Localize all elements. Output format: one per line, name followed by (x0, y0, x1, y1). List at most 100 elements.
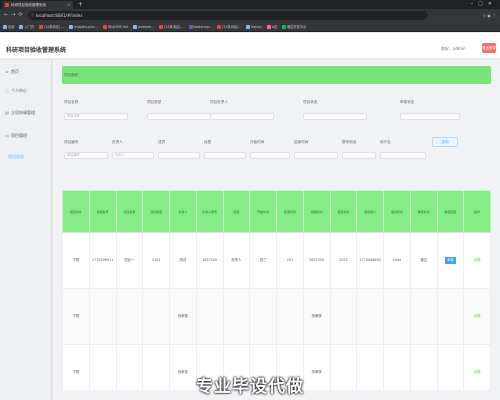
project-type-input[interactable] (147, 113, 211, 120)
sidebar-item-label: 首页 (11, 69, 19, 74)
bookmark-label: (12条消息)… (222, 25, 242, 29)
bookmark[interactable]: mybatis-plus… (69, 24, 98, 29)
column-header[interactable]: 验收时间 (302, 190, 331, 233)
table-cell (409, 344, 438, 390)
leader-input[interactable]: 负责人 (112, 152, 154, 159)
table-cell (276, 288, 304, 345)
table-cell (115, 344, 144, 390)
filter-label: 审核状态 (400, 100, 415, 104)
profile-icon[interactable]: ☆ ◉ ⋮ (482, 9, 496, 22)
review-cell[interactable]: 审核 (436, 232, 465, 289)
bookmark[interactable]: (12条消息)… (217, 24, 241, 29)
folder-icon: ▭ (5, 133, 9, 138)
phone-input[interactable] (342, 152, 376, 159)
table-cell (356, 288, 384, 345)
detail-button[interactable]: 详情 (463, 232, 491, 289)
funding-input[interactable] (204, 152, 246, 159)
column-header[interactable]: 经费 (222, 190, 251, 233)
browser-tab-bar: 科研项目验收管理系统 ✕ + –▢✕ (0, 0, 500, 9)
project-name-input[interactable]: 项目名称 (64, 113, 128, 120)
table-header-row: 项目文件 项目编号 项目名称 项目类型 负责人 负责人账号 经费 开始时间 结束… (62, 190, 491, 233)
bookmark[interactable]: bejson (246, 24, 262, 29)
column-header[interactable]: 开始时间 (249, 190, 277, 233)
csdn-icon (159, 24, 164, 29)
table-cell: 2022 (329, 232, 358, 289)
filter-label: 联系电话 (342, 140, 357, 144)
bookmark-icon (246, 24, 251, 29)
filter-label: 项目状态 (303, 100, 318, 104)
table-cell: 1637520 (195, 232, 224, 289)
window-controls[interactable]: –▢✕ (471, 0, 497, 9)
table-cell (195, 288, 224, 345)
start-time-input[interactable] (250, 152, 290, 159)
query-button[interactable]: 查询 (432, 137, 458, 147)
download-link[interactable]: 下载 (62, 232, 90, 289)
table-cell: 1770546893 (356, 232, 384, 289)
address-input[interactable]: ⓘ localhost:8081/#/index (28, 11, 428, 20)
column-header[interactable]: 提交时间 (383, 190, 411, 233)
table-cell: 4102 (142, 232, 170, 289)
detail-button[interactable]: 详情 (463, 344, 491, 390)
sidebar-item-projects[interactable]: ▭ 项目管理 (2, 131, 50, 141)
column-header[interactable]: 操作 (463, 190, 491, 233)
column-header[interactable]: 负责人账号 (195, 190, 224, 233)
detail-button[interactable]: 详情 (463, 288, 491, 345)
bookmark[interactable]: 入门页 (19, 24, 34, 29)
bookmark[interactable]: bootstrap… (188, 24, 213, 29)
username-input[interactable] (380, 152, 426, 159)
document-icon: ▤ (5, 110, 9, 115)
table-row: 下载 待审核 待审核 详情 (62, 288, 491, 345)
bookmark-icon (132, 24, 137, 29)
filter-label: 项目负责人 (210, 100, 228, 104)
column-header[interactable]: 审核状态 (409, 190, 438, 233)
column-header[interactable]: 项目编号 (88, 190, 117, 233)
bookmark[interactable]: b站 (266, 24, 278, 29)
sidebar-item-profile[interactable]: ◌ 个人中心 (2, 86, 50, 96)
member-input[interactable] (158, 152, 200, 159)
bookmark-icon (19, 24, 24, 29)
sidebar-subitem-active[interactable]: 项目验收 (8, 154, 24, 160)
table-cell: 待审核 (302, 288, 331, 345)
close-icon[interactable]: ✕ (67, 1, 70, 9)
table-cell (329, 288, 358, 345)
pagination[interactable]: 1 (250, 393, 252, 397)
column-header[interactable]: 审核回复 (436, 190, 465, 233)
new-tab-icon[interactable]: + (78, 0, 83, 9)
column-header[interactable]: 结束时间 (276, 190, 304, 233)
logout-button[interactable]: 退出登录 (482, 43, 496, 53)
column-header[interactable]: 项目类型 (142, 190, 170, 233)
review-tag[interactable]: 审核 (445, 257, 456, 264)
sidebar-item-home[interactable]: ⌂ 首页 (2, 67, 50, 77)
review-status-input[interactable] (400, 113, 460, 120)
download-link[interactable]: 下载 (62, 288, 90, 345)
bookmark[interactable]: README.md (102, 24, 128, 29)
table-cell (88, 344, 117, 390)
bookmark[interactable]: (12条消息) … (38, 24, 64, 29)
table-cell: 201 (276, 232, 304, 289)
sidebar-item-application[interactable]: ▤ 立项申请管理 (2, 108, 50, 118)
filter-label: 用户名 (380, 140, 391, 144)
filter-label: 项目编号 (64, 140, 79, 144)
column-header[interactable]: 负责人 (169, 190, 197, 233)
column-header[interactable]: 项目状态 (329, 190, 358, 233)
filter-label: 结束时间 (294, 140, 309, 144)
column-header[interactable]: 项目名称 (115, 190, 144, 233)
bookmark[interactable]: (12条消息)… (159, 24, 184, 29)
bookmark[interactable]: 应用 (3, 24, 14, 29)
project-status-input[interactable] (303, 113, 367, 120)
bookmark-label: bootstrap… (193, 24, 213, 29)
end-time-input[interactable] (294, 152, 338, 159)
browser-tab[interactable]: 科研项目验收管理系统 ✕ (3, 1, 73, 9)
bookmark[interactable]: javaweb… (132, 24, 154, 29)
project-no-input[interactable]: 项目编号 (64, 152, 108, 159)
column-header[interactable]: 项目简介 (356, 190, 384, 233)
column-header[interactable]: 项目文件 (62, 190, 90, 233)
tab-title: 科研项目验收管理系统 (11, 3, 46, 7)
download-link[interactable]: 下载 (62, 344, 90, 390)
sidebar-item-label: 个人中心 (11, 88, 27, 93)
browser-nav-icons[interactable]: ←→⟳ (4, 9, 26, 22)
bookmark[interactable]: 微信开放平台 (282, 24, 306, 29)
bookmark-label: b站 (271, 25, 278, 29)
table-cell (142, 288, 170, 345)
project-leader-input[interactable] (210, 113, 274, 120)
